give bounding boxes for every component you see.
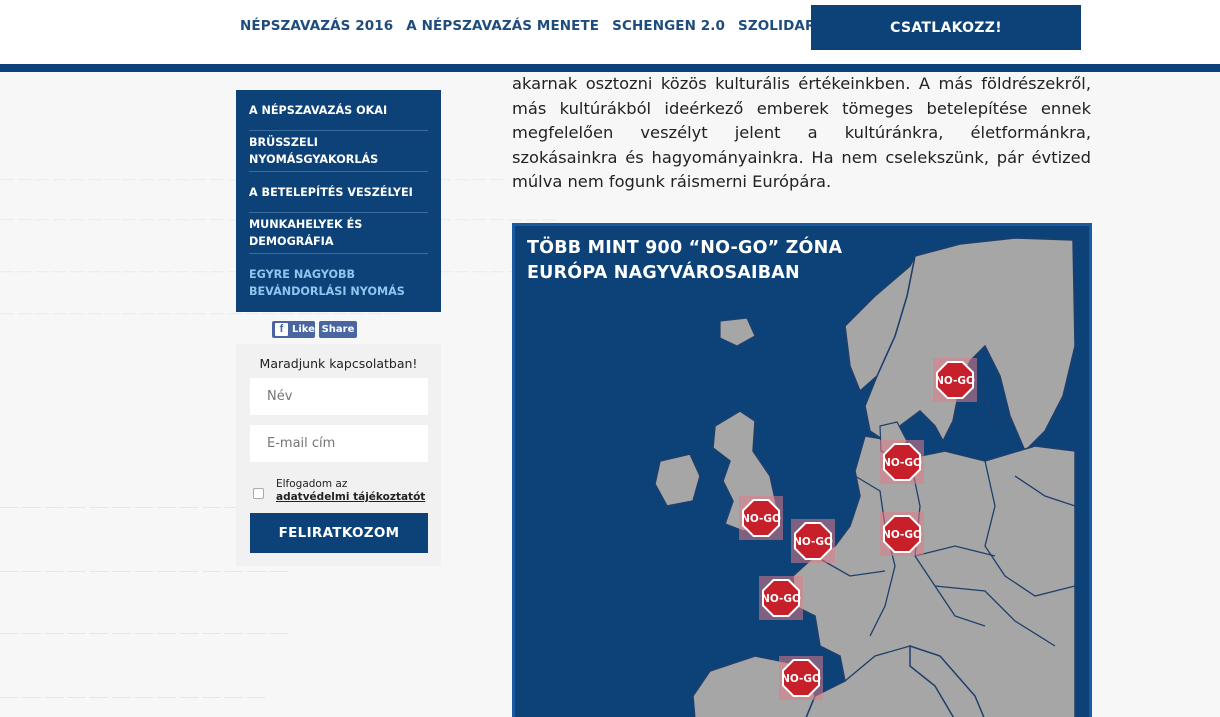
article-body: akarnak osztozni közös kulturális értéke… [512, 72, 1091, 195]
no-go-sign-label: NO-GO [793, 536, 833, 548]
no-go-sign: NO-GO [880, 512, 924, 556]
privacy-checkbox[interactable] [253, 488, 264, 499]
sidebar-item-brusszeli-nyomasgyakorlas[interactable]: BRÜSSZELI NYOMÁSGYAKORLÁS [249, 131, 428, 172]
no-go-sign-label: NO-GO [741, 513, 781, 525]
sidebar-item-bevandorlasi-nyomas[interactable]: EGYRE NAGYOBB BEVÁNDORLÁSI NYOMÁS [249, 254, 428, 312]
article-paragraph: akarnak osztozni közös kulturális értéke… [512, 74, 1091, 191]
subscribe-button[interactable]: FELIRATKOZOM [250, 513, 428, 553]
no-go-sign: NO-GO [880, 440, 924, 484]
sidebar-menu: A NÉPSZAVAZÁS OKAI BRÜSSZELI NYOMÁSGYAKO… [236, 90, 441, 312]
no-go-sign: NO-GO [933, 358, 977, 402]
newsletter-form: Maradjunk kapcsolatban! Elfogadom az ada… [236, 344, 441, 566]
nav-link-schengen[interactable]: SCHENGEN 2.0 [612, 18, 725, 34]
no-go-sign-label: NO-GO [882, 457, 922, 469]
newsletter-title: Maradjunk kapcsolatban! [259, 356, 418, 371]
privacy-policy-link[interactable]: adatvédelmi tájékoztatót [276, 491, 425, 504]
facebook-share-button[interactable]: Share [319, 321, 357, 338]
header-stripe [0, 64, 1220, 72]
no-go-sign-label: NO-GO [761, 593, 801, 605]
ghost-text: — — — — — — — — — — — — [0, 496, 266, 516]
sidebar-item-nepszavazas-okai[interactable]: A NÉPSZAVAZÁS OKAI [249, 90, 428, 131]
facebook-like-label: Like [292, 324, 315, 335]
main-nav: NÉPSZAVAZÁS 2016 A NÉPSZAVAZÁS MENETE SC… [240, 18, 849, 34]
no-go-sign: NO-GO [739, 496, 783, 540]
name-input[interactable] [250, 378, 428, 415]
sidebar-item-munkahelyek-demografia[interactable]: MUNKAHELYEK ÉS DEMOGRÁFIA [249, 213, 428, 254]
privacy-consent-label: Elfogadom az adatvédelmi tájékoztatót [276, 478, 425, 504]
no-go-zones-map: TÖBB MINT 900 “NO-GO” ZÓNA EURÓPA NAGYVÁ… [512, 223, 1092, 717]
no-go-sign: NO-GO [791, 519, 835, 563]
no-go-sign-label: NO-GO [882, 529, 922, 541]
nav-link-nepszavazas-2016[interactable]: NÉPSZAVAZÁS 2016 [240, 18, 393, 34]
no-go-signs-layer: NO-GO NO-GO NO-GO NO-GO NO-GO NO-GO NO-G… [739, 358, 977, 700]
no-go-sign: NO-GO [779, 656, 823, 700]
facebook-like-button[interactable]: f Like [272, 321, 315, 338]
email-input[interactable] [250, 425, 428, 462]
ghost-text: — — — — — — — — — — — — — [0, 622, 288, 642]
sidebar-item-betelepites-veszelyei[interactable]: A BETELEPÍTÉS VESZÉLYEI [249, 172, 428, 213]
no-go-sign-label: NO-GO [781, 673, 821, 685]
no-go-sign: NO-GO [759, 576, 803, 620]
top-navigation-bar: NÉPSZAVAZÁS 2016 A NÉPSZAVAZÁS MENETE SC… [0, 0, 1220, 64]
join-button[interactable]: CSATLAKOZZ! [811, 5, 1081, 50]
ghost-text: — — — — — — — — — — — — [0, 686, 266, 706]
facebook-icon: f [275, 323, 288, 336]
no-go-sign-label: NO-GO [935, 375, 975, 387]
nav-link-nepszavazas-menete[interactable]: A NÉPSZAVAZÁS MENETE [406, 18, 599, 34]
privacy-consent-text: Elfogadom az [276, 478, 348, 490]
